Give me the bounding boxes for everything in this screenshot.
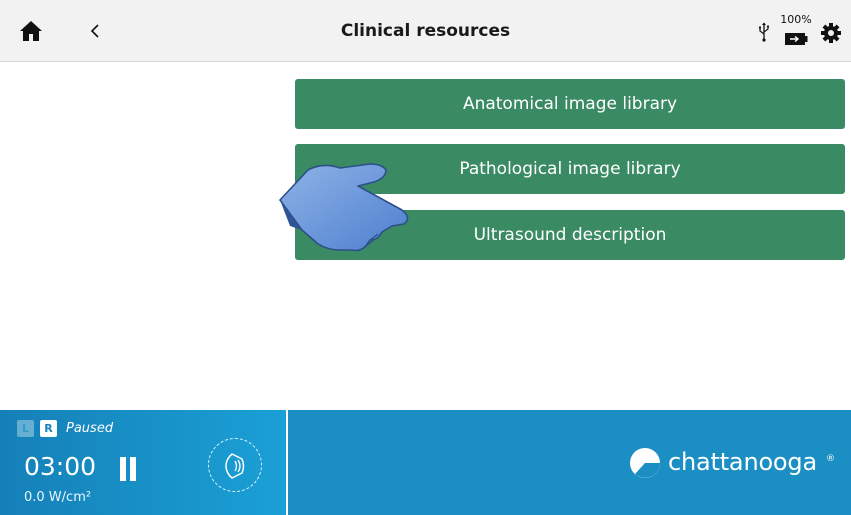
chattanooga-logo: chattanooga ® (628, 446, 848, 482)
home-icon (20, 21, 42, 41)
treatment-status-panel: L R Paused 03:00 0.0 W/cm² (0, 410, 288, 515)
ultrasound-head-button[interactable] (208, 438, 262, 492)
back-button[interactable] (84, 17, 106, 45)
pathological-image-library-button[interactable]: Pathological image library (295, 144, 845, 194)
ultrasound-head-icon (225, 453, 245, 479)
ultrasound-description-button[interactable]: Ultrasound description (295, 210, 845, 260)
settings-button[interactable] (820, 22, 842, 44)
pause-icon (130, 457, 136, 481)
back-chevron-icon (90, 24, 99, 38)
gear-icon (821, 23, 841, 43)
page-title: Clinical resources (340, 21, 511, 41)
pause-icon (120, 457, 126, 481)
brand-trademark: ® (826, 454, 835, 464)
top-bar: Clinical resources 100% (0, 0, 851, 62)
chattanooga-logo-icon (630, 448, 660, 478)
anatomical-image-library-button[interactable]: Anatomical image library (295, 79, 845, 129)
battery-percent: 100% (780, 13, 812, 26)
battery-status: 100% (776, 13, 816, 49)
treatment-timer: 03:00 (24, 452, 97, 481)
channel-right-indicator[interactable]: R (40, 420, 57, 437)
usb-icon (757, 22, 771, 42)
brand-name: chattanooga (668, 448, 817, 476)
pause-button[interactable] (118, 457, 138, 481)
home-button[interactable] (18, 18, 44, 44)
battery-icon (785, 33, 808, 45)
bottom-bar: L R Paused 03:00 0.0 W/cm² chattanooga ® (0, 410, 851, 515)
treatment-state: Paused (66, 421, 114, 436)
intensity-readout: 0.0 W/cm² (24, 490, 92, 505)
channel-left-indicator[interactable]: L (17, 420, 34, 437)
